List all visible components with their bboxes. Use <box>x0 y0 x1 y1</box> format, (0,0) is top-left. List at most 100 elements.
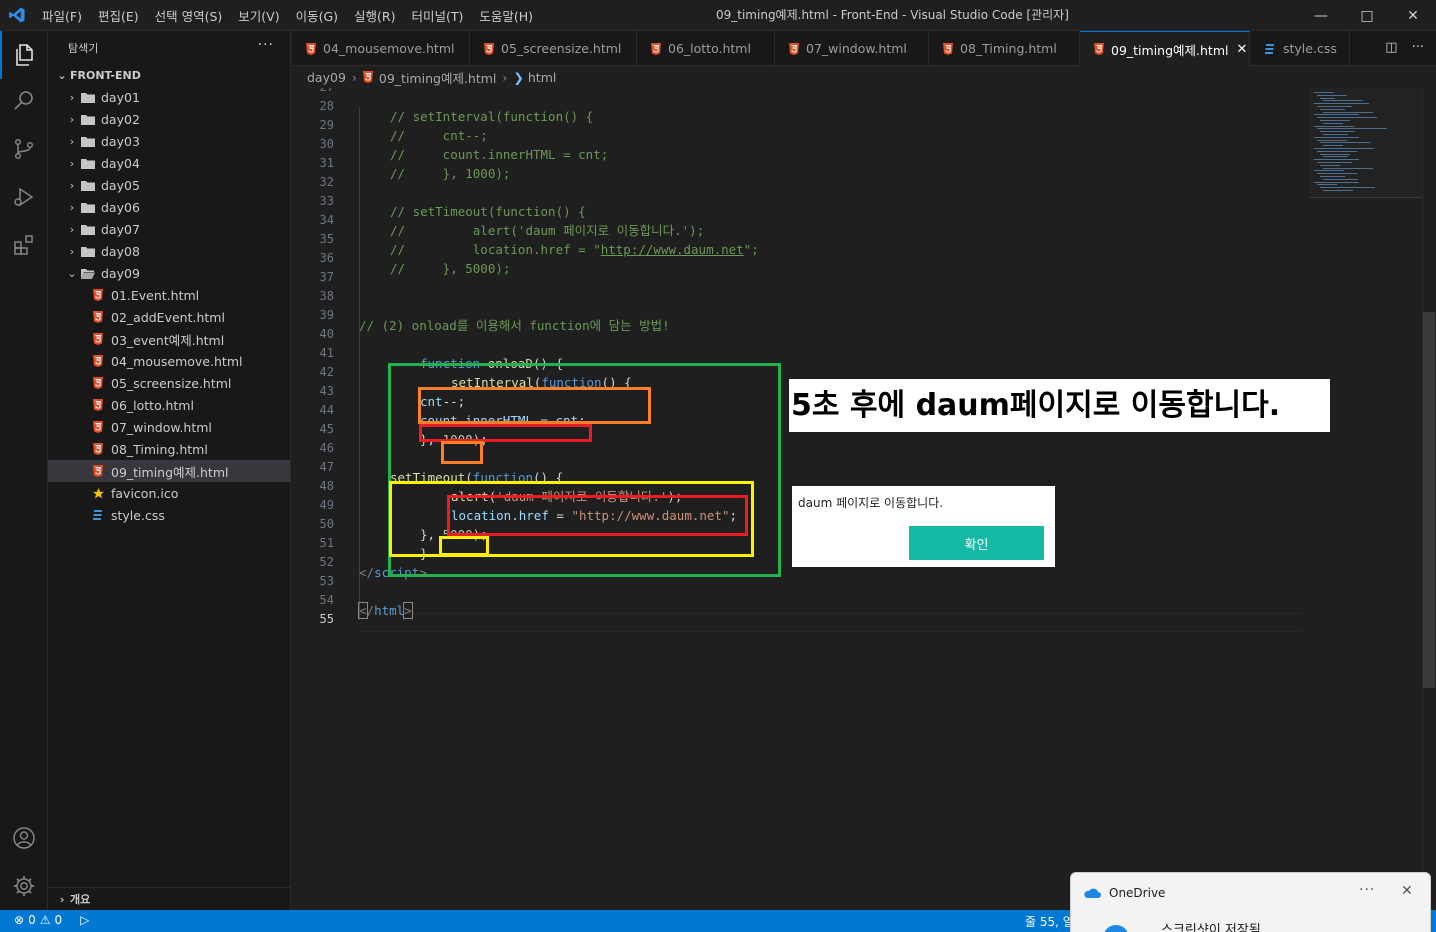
explorer-activity[interactable] <box>0 31 48 79</box>
split-editor-icon[interactable]: ◫ <box>1385 40 1397 55</box>
file-item[interactable]: style.css <box>48 504 290 526</box>
more-actions-icon[interactable]: ··· <box>258 37 274 53</box>
search-activity[interactable] <box>0 77 48 125</box>
html-file-icon <box>651 42 661 55</box>
menu-terminal[interactable]: 터미널(T) <box>404 6 472 25</box>
close-icon[interactable]: ✕ <box>1401 883 1413 899</box>
more-actions-icon[interactable]: ··· <box>1412 40 1424 55</box>
workspace-root[interactable]: ⌄ FRONT-END <box>48 64 290 86</box>
breadcrumb-folder[interactable]: day09 <box>307 70 346 85</box>
folder-day04[interactable]: › day04 <box>48 152 290 174</box>
file-item[interactable]: 05_screensize.html <box>48 372 290 394</box>
folder-day03[interactable]: › day03 <box>48 130 290 152</box>
scrollbar-thumb[interactable] <box>1423 312 1435 688</box>
more-actions-icon[interactable]: ··· <box>1359 882 1375 898</box>
minimap-line <box>1323 190 1353 191</box>
close-icon: ✕ <box>1407 7 1419 24</box>
file-item[interactable]: 07_window.html <box>48 416 290 438</box>
code-line-37: // }, 5000); <box>390 261 511 276</box>
menu-file[interactable]: 파일(F) <box>34 6 90 25</box>
tab-label: 09_timing예제.html <box>1111 42 1229 58</box>
tab-07-window[interactable]: 07_window.html <box>775 31 929 66</box>
annotation-box-orange <box>418 387 651 424</box>
minimap-line <box>1314 103 1369 105</box>
minimap[interactable] <box>1310 88 1422 198</box>
run-debug-activity[interactable] <box>0 173 48 221</box>
file-label: 05_screensize.html <box>111 375 232 391</box>
file-item[interactable]: 03_event예제.html <box>48 328 290 350</box>
code-line-35: // alert('daum 페이지로 이동합니다.'); <box>390 223 705 238</box>
menu-go[interactable]: 이동(G) <box>288 6 346 25</box>
extensions-activity[interactable] <box>0 221 48 269</box>
file-item[interactable]: 09_timing예제.html <box>48 460 290 482</box>
folder-day02[interactable]: › day02 <box>48 108 290 130</box>
folder-day05[interactable]: › day05 <box>48 174 290 196</box>
workspace-root-label: FRONT-END <box>70 68 141 82</box>
notification-message: 스크린샷이 저장됨 <box>1161 923 1261 932</box>
breadcrumb-symbol[interactable]: html <box>528 70 556 85</box>
file-item[interactable]: favicon.ico <box>48 482 290 504</box>
folder-day09[interactable]: ⌄ day09 <box>48 262 290 284</box>
tab-06-lotto[interactable]: 06_lotto.html <box>637 31 775 66</box>
onedrive-notification[interactable]: OneDrive ··· ✕ 스크린샷이 저장됨 <box>1070 872 1431 932</box>
file-item[interactable]: 04_mousemove.html <box>48 350 290 372</box>
menu-help[interactable]: 도움말(H) <box>471 6 541 25</box>
code-line-40: // (2) onload를 이용해서 function에 담는 방법! <box>359 318 670 333</box>
minimap-line <box>1317 173 1357 175</box>
folder-icon <box>80 244 96 258</box>
file-item[interactable]: 02_addEvent.html <box>48 306 290 328</box>
minimap-line <box>1320 97 1335 99</box>
files-icon <box>16 44 33 66</box>
file-tree: › day01 › day02 › day03 › day04 › day05 › day06 › day… <box>48 86 290 526</box>
close-tab-icon[interactable]: ✕ <box>1236 42 1247 57</box>
close-window-button[interactable]: ✕ <box>1390 0 1436 31</box>
minimap-line <box>1320 142 1370 144</box>
chevron-right-icon: › <box>69 222 75 236</box>
tab-09-timing-example[interactable]: 09_timing예제.html ✕ <box>1080 31 1250 66</box>
folder-day08[interactable]: › day08 <box>48 240 290 262</box>
manage-activity[interactable] <box>0 862 48 910</box>
line-number: 47 <box>319 460 334 474</box>
tab-08-timing[interactable]: 08_Timing.html <box>929 31 1080 66</box>
activity-bar <box>0 31 48 910</box>
menu-selection[interactable]: 선택 영역(S) <box>147 6 231 25</box>
outline-section[interactable]: › 개요 <box>48 887 291 910</box>
minimize-button[interactable]: — <box>1298 0 1344 31</box>
line-number: 31 <box>319 156 334 170</box>
source-control-activity[interactable] <box>0 125 48 173</box>
warning-icon: ⚠ <box>39 913 51 927</box>
tab-05-screensize[interactable]: 05_screensize.html <box>470 31 637 66</box>
html-file-icon <box>90 376 106 390</box>
html-file-icon <box>1094 43 1104 55</box>
maximize-button[interactable]: □ <box>1344 0 1390 31</box>
minimap-line <box>1317 106 1352 107</box>
folder-day06[interactable]: › day06 <box>48 196 290 218</box>
onedrive-icon <box>1084 888 1101 898</box>
editor-tabs: 04_mousemove.html 05_screensize.html 06_… <box>292 31 1436 66</box>
tab-style-css[interactable]: style.css <box>1250 31 1350 66</box>
file-item[interactable]: 06_lotto.html <box>48 394 290 416</box>
menu-view[interactable]: 보기(V) <box>230 6 287 25</box>
menu-edit[interactable]: 편집(E) <box>90 6 147 25</box>
accounts-activity[interactable] <box>0 814 48 862</box>
file-item[interactable]: 08_Timing.html <box>48 438 290 460</box>
file-item[interactable]: 01.Event.html <box>48 284 290 306</box>
minimap-line <box>1317 139 1347 141</box>
line-number: 41 <box>319 346 334 360</box>
minimap-line <box>1317 117 1377 119</box>
folder-day07[interactable]: › day07 <box>48 218 290 240</box>
run-debug-icon[interactable]: ▷ <box>80 913 89 927</box>
tab-04-mousemove[interactable]: 04_mousemove.html <box>292 31 470 66</box>
breadcrumb-file[interactable]: 09_timing예제.html <box>379 68 496 87</box>
code-line-34: // setTimeout(function() { <box>390 204 586 219</box>
chevron-right-icon: › <box>59 892 65 906</box>
css-file-icon <box>1264 43 1276 55</box>
explorer-header: 탐색기 ··· <box>48 31 290 64</box>
problems-indicator[interactable]: ⊗ 0 ⚠ 0 ▷ <box>14 913 89 927</box>
folder-day01[interactable]: › day01 <box>48 86 290 108</box>
alert-ok-button[interactable]: 확인 <box>909 526 1044 560</box>
minimap-line <box>1314 92 1334 93</box>
folder-label: day09 <box>101 265 140 281</box>
cursor-position[interactable]: 줄 55, 열 <box>1025 913 1074 930</box>
menu-run[interactable]: 실행(R) <box>346 6 403 25</box>
